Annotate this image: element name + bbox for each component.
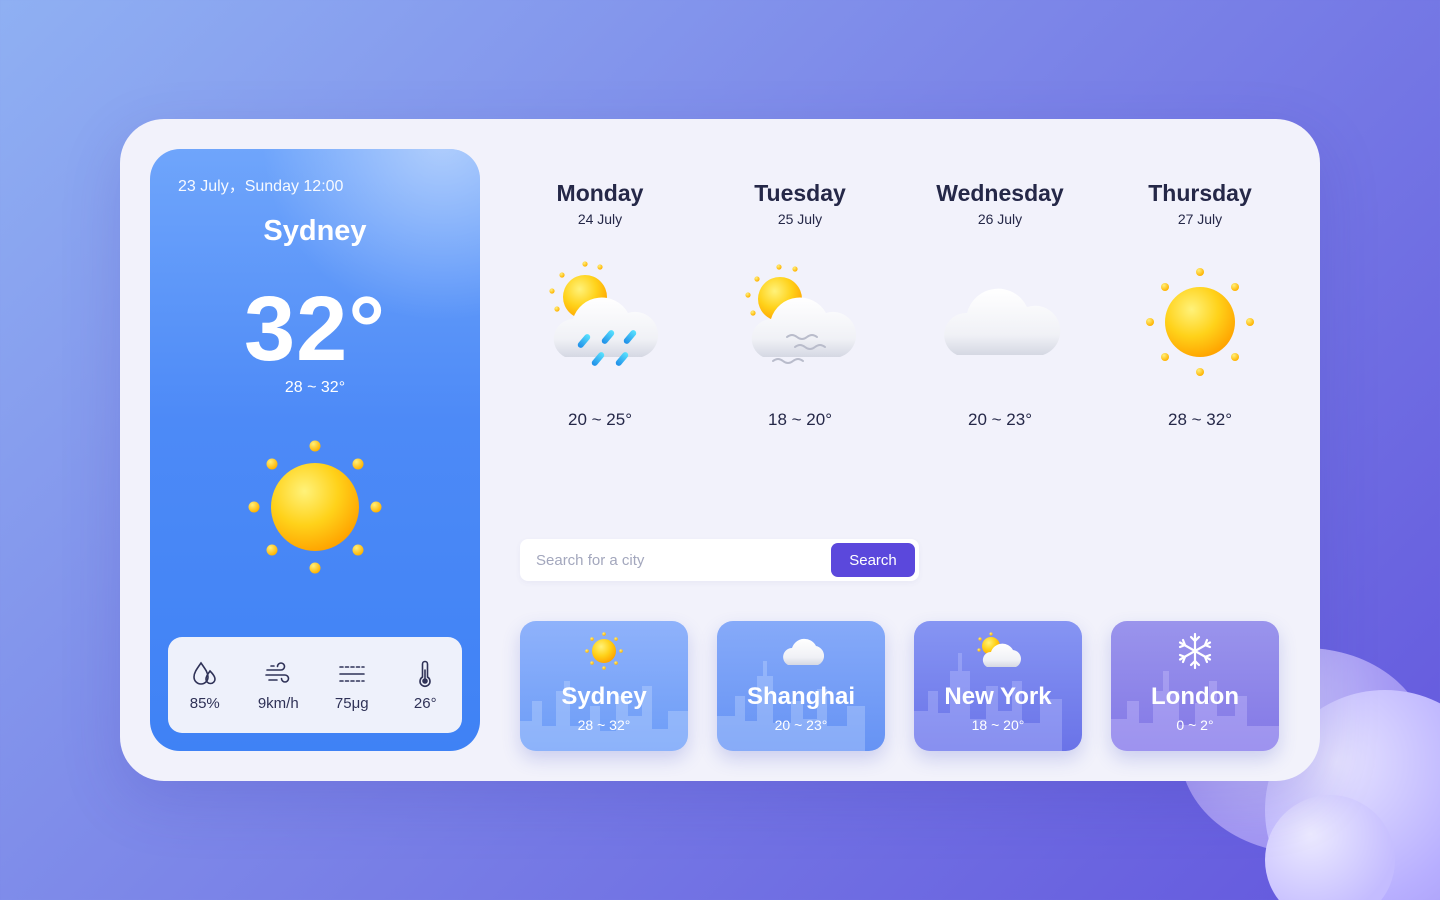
forecast-row: Monday 24 July 20 ~ 25° Tuesday 25 July xyxy=(500,180,1300,430)
thermometer-icon xyxy=(419,660,432,687)
forecast-temperature-range: 20 ~ 25° xyxy=(568,410,632,429)
forecast-day-monday[interactable]: Monday 24 July 20 ~ 25° xyxy=(500,180,700,430)
cloud-icon xyxy=(783,638,824,665)
forecast-date: 26 July xyxy=(977,211,1023,227)
current-weather-card: 23 July，Sunday 12:00 Sydney 32° 28 ~ 32°… xyxy=(150,149,480,751)
city-card-range: 28 ~ 32° xyxy=(577,717,631,733)
sun-icon xyxy=(248,440,382,574)
forecast-day-wednesday[interactable]: Wednesday 26 July 20 ~ 23° xyxy=(900,180,1100,430)
stat-air-quality: 75μg xyxy=(317,659,387,712)
sun-icon xyxy=(1146,268,1254,376)
current-temperature: 32° xyxy=(243,278,387,380)
sun-cloud-wind-icon xyxy=(745,264,857,364)
city-card-shanghai[interactable]: Shanghai 20 ~ 23° xyxy=(717,621,885,751)
forecast-day-thursday[interactable]: Thursday 27 July 28 ~ 32° xyxy=(1100,180,1300,430)
city-search-input[interactable] xyxy=(520,551,831,569)
city-search-bar: Search xyxy=(520,539,919,581)
snowflake-icon xyxy=(1178,632,1212,670)
current-datetime: 23 July，Sunday 12:00 xyxy=(178,178,344,195)
forecast-day-name: Wednesday xyxy=(936,180,1064,206)
weather-stats-bar: 85% 9km/h 75μg 26° xyxy=(168,637,462,733)
city-card-name: London xyxy=(1151,683,1239,710)
stat-feels-like: 26° xyxy=(390,659,460,712)
sun-icon xyxy=(585,632,623,670)
forecast-date: 25 July xyxy=(777,211,823,227)
sun-cloud-icon xyxy=(977,632,1021,667)
stat-wind: 9km/h xyxy=(243,659,313,712)
air-quality-value: 75μg xyxy=(334,694,369,712)
city-card-new-york[interactable]: New York 18 ~ 20° xyxy=(914,621,1082,751)
city-card-range: 20 ~ 23° xyxy=(774,717,828,733)
forecast-date: 24 July xyxy=(577,211,623,227)
cloud-icon xyxy=(944,288,1061,355)
forecast-date: 27 July xyxy=(1177,211,1223,227)
city-card-name: Sydney xyxy=(561,683,647,710)
city-card-range: 0 ~ 2° xyxy=(1176,717,1214,733)
current-temperature-range: 28 ~ 32° xyxy=(284,379,346,396)
wind-icon xyxy=(265,661,290,683)
forecast-temperature-range: 20 ~ 23° xyxy=(968,410,1032,429)
saved-cities-row: Sydney 28 ~ 32° Shanghai 20 ~ 23° New Yo… xyxy=(520,621,1279,751)
current-city-name: Sydney xyxy=(263,215,367,247)
city-card-range: 18 ~ 20° xyxy=(971,717,1025,733)
sun-cloud-rain-icon xyxy=(549,261,659,366)
haze-icon xyxy=(338,665,365,682)
forecast-day-tuesday[interactable]: Tuesday 25 July 18 ~ 20° xyxy=(700,180,900,430)
humidity-icon xyxy=(192,661,216,685)
forecast-day-name: Tuesday xyxy=(754,180,846,206)
humidity-value: 85% xyxy=(189,694,220,712)
forecast-temperature-range: 18 ~ 20° xyxy=(768,410,832,429)
wind-value: 9km/h xyxy=(257,694,299,712)
city-card-sydney[interactable]: Sydney 28 ~ 32° xyxy=(520,621,688,751)
city-card-london[interactable]: London 0 ~ 2° xyxy=(1111,621,1279,751)
city-card-name: New York xyxy=(944,683,1052,710)
forecast-day-name: Thursday xyxy=(1148,180,1252,206)
feels-like-value: 26° xyxy=(413,694,437,712)
forecast-temperature-range: 28 ~ 32° xyxy=(1168,410,1232,429)
city-card-name: Shanghai xyxy=(746,683,855,710)
stat-humidity: 85% xyxy=(170,659,240,712)
search-button[interactable]: Search xyxy=(831,543,915,577)
forecast-day-name: Monday xyxy=(556,180,644,206)
